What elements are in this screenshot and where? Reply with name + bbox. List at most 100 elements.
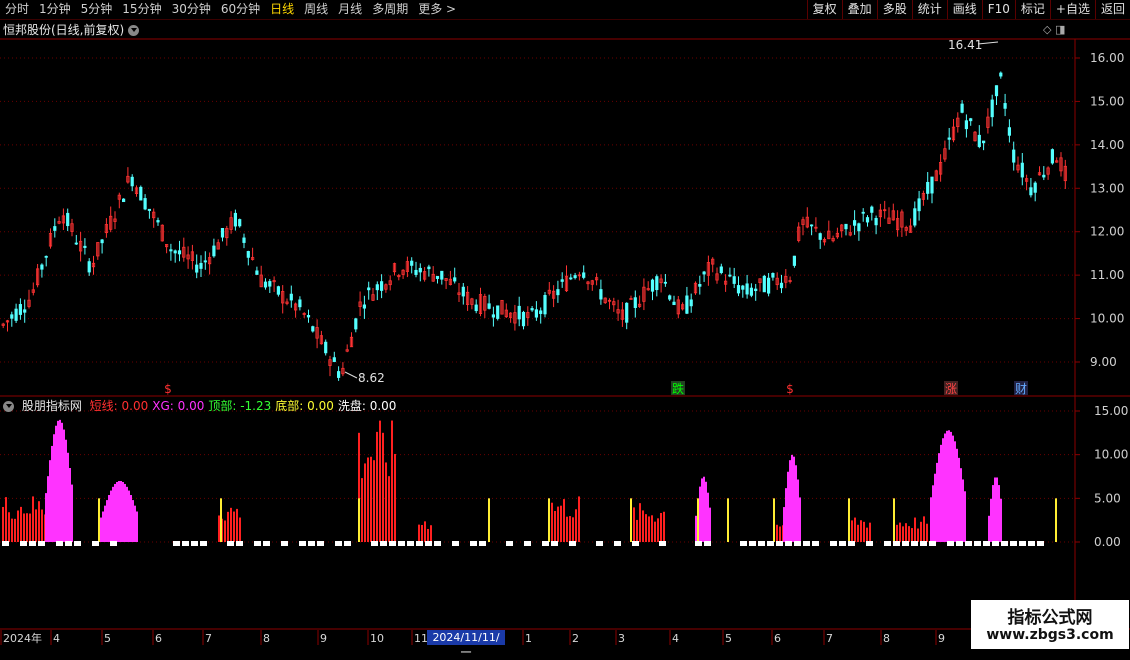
short-bar — [923, 516, 925, 542]
wash-bar — [2, 541, 9, 546]
candle-body — [745, 283, 749, 295]
candle-body — [242, 237, 246, 243]
wash-bar — [632, 541, 639, 546]
candle-body — [702, 271, 706, 275]
short-bar — [41, 509, 43, 542]
wash-bar — [704, 541, 711, 546]
watermark-url: www.zbgs3.com — [986, 627, 1114, 643]
short-bar — [218, 515, 220, 542]
candle-body — [990, 99, 994, 118]
wash-bar — [344, 541, 351, 546]
xg-bar — [934, 473, 936, 542]
candle-body — [663, 281, 668, 284]
wash-bar — [758, 541, 765, 546]
date-label: 1 — [525, 632, 532, 645]
candle-body — [1007, 127, 1012, 136]
candle-body — [354, 318, 358, 330]
candle-body — [1029, 187, 1033, 196]
chart-canvas[interactable]: 16.0015.0014.0013.0012.0011.0010.009.001… — [0, 0, 1130, 650]
candle-body — [741, 285, 745, 290]
indicator-value: 顶部: -1.23 — [208, 399, 272, 413]
xg-bar — [61, 422, 63, 542]
price-tick-label: 13.00 — [1090, 181, 1124, 195]
wash-bar — [191, 541, 198, 546]
candle-body — [100, 239, 104, 244]
candle-body — [379, 281, 384, 291]
candle-body — [698, 284, 702, 287]
short-bar — [642, 510, 644, 542]
candle-body — [982, 140, 986, 144]
short-bar — [645, 514, 647, 542]
bottom-signal-bar — [848, 498, 850, 542]
short-bar — [866, 527, 868, 542]
event-marker: $ — [164, 382, 172, 396]
wash-bar — [470, 541, 477, 546]
candle-body — [414, 269, 418, 275]
bottom-signal-bar — [727, 498, 729, 542]
xg-bar — [797, 479, 799, 542]
short-bar — [35, 509, 37, 542]
date-label: 10 — [370, 632, 384, 645]
xg-bar — [785, 488, 787, 542]
candle-body — [362, 304, 367, 309]
candle-body — [650, 279, 655, 292]
candle-body — [268, 281, 272, 287]
candle-body — [1042, 174, 1046, 178]
candle-body — [517, 305, 521, 320]
date-label: 2 — [572, 632, 579, 645]
wash-bar — [983, 541, 990, 546]
candle-body — [874, 217, 878, 226]
short-bar — [851, 520, 853, 542]
wash-bar — [1028, 541, 1035, 546]
short-bar — [908, 526, 910, 542]
candle-body — [560, 279, 564, 282]
short-bar — [367, 457, 369, 542]
xg-bar — [952, 435, 954, 542]
short-bar — [557, 506, 559, 542]
indicator-name[interactable]: 股朋指标网 — [22, 399, 82, 413]
candle-body — [487, 303, 491, 309]
xg-bar — [996, 477, 998, 542]
xg-bar — [67, 452, 69, 542]
candle-body — [779, 282, 784, 289]
candle-body — [668, 295, 672, 300]
candle-body — [1020, 162, 1024, 178]
xg-bar — [118, 480, 120, 542]
xg-bar — [63, 429, 65, 542]
chevron-down-icon[interactable] — [3, 401, 14, 412]
wash-bar — [56, 541, 63, 546]
wash-bar — [785, 541, 792, 546]
candle-body — [418, 267, 422, 273]
xg-bar — [104, 505, 106, 542]
short-bar — [578, 496, 580, 542]
wash-bar — [236, 541, 243, 546]
xg-bar — [106, 500, 108, 542]
candle-body — [926, 181, 930, 194]
xg-bar — [795, 465, 797, 542]
candle-body — [870, 206, 874, 213]
wash-bar — [839, 541, 846, 546]
candle-body — [122, 198, 126, 203]
xg-bar — [948, 430, 950, 542]
wash-bar — [929, 541, 936, 546]
wash-bar — [956, 541, 963, 546]
xg-bar — [954, 441, 956, 542]
short-bar — [11, 518, 13, 542]
xg-bar — [703, 476, 705, 542]
wash-bar — [992, 541, 999, 546]
wash-bar — [749, 541, 756, 546]
candle-body — [969, 118, 973, 122]
wash-bar — [740, 541, 747, 546]
candle-body — [771, 273, 775, 278]
xg-bar — [992, 485, 994, 542]
short-bar — [5, 497, 7, 542]
xg-bar — [47, 476, 49, 542]
wash-bar — [281, 541, 288, 546]
xg-bar — [126, 486, 128, 542]
wash-bar — [767, 541, 774, 546]
wash-bar — [911, 541, 918, 546]
candle-body — [913, 208, 917, 226]
bottom-signal-bar — [630, 498, 632, 542]
xg-bar — [57, 420, 59, 542]
candle-body — [569, 277, 573, 280]
